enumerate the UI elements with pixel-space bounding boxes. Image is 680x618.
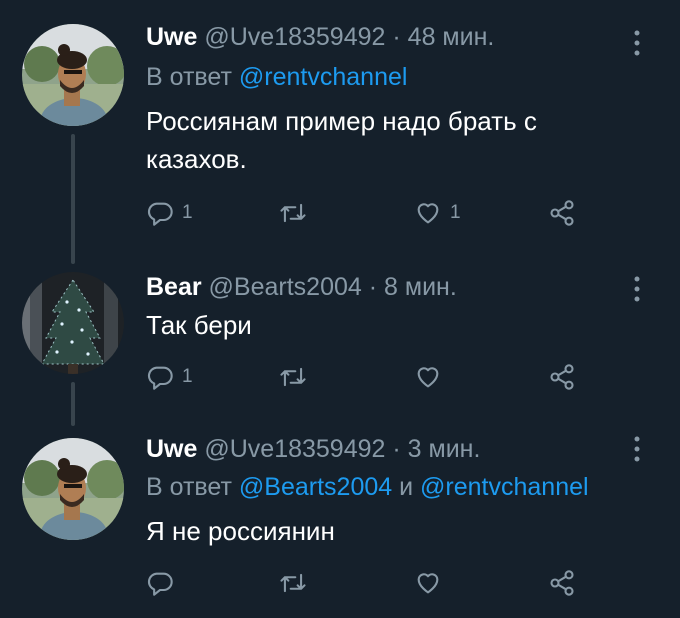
- more-icon[interactable]: [631, 28, 643, 58]
- share-button[interactable]: [548, 196, 576, 230]
- share-button[interactable]: [548, 566, 576, 600]
- retweet-icon: [280, 367, 306, 387]
- author-handle[interactable]: @Bearts2004: [209, 273, 362, 301]
- tweet-text: Так бери: [146, 310, 252, 340]
- share-icon: [550, 200, 574, 226]
- action-bar: 1: [146, 360, 586, 394]
- retweet-button[interactable]: [278, 196, 316, 230]
- author-name[interactable]: Uwe: [146, 23, 197, 51]
- author-name[interactable]: Bear: [146, 273, 202, 301]
- reply-button[interactable]: 1: [146, 360, 193, 394]
- tweet-header: Uwe @Uve18359492 · 48 мин.: [146, 22, 494, 52]
- reply-icon: [147, 366, 173, 390]
- tweet-text: Россиянам пример надо брать с казахов.: [146, 106, 537, 174]
- timestamp[interactable]: 3 мин.: [408, 435, 481, 463]
- share-button[interactable]: [548, 360, 576, 394]
- tweet[interactable]: Uwe @Uve18359492 · 48 мин. В ответ @rent…: [0, 0, 680, 250]
- reply-button[interactable]: 1: [146, 196, 193, 230]
- like-button[interactable]: 1: [414, 196, 461, 230]
- mention-link[interactable]: @rentvchannel: [420, 473, 589, 501]
- avatar[interactable]: [22, 24, 124, 126]
- avatar[interactable]: [22, 272, 124, 374]
- share-icon: [550, 364, 574, 390]
- action-bar: [146, 566, 586, 600]
- share-icon: [550, 570, 574, 596]
- reply-context: В ответ @Bearts2004 и @rentvchannel: [146, 472, 589, 502]
- retweet-icon: [280, 573, 306, 593]
- tweet-header: Uwe @Uve18359492 · 3 мин.: [146, 434, 480, 464]
- reply-conjunction: и: [399, 473, 414, 501]
- author-handle[interactable]: @Uve18359492: [204, 435, 385, 463]
- reply-prefix: В ответ: [146, 473, 232, 501]
- separator-dot: ·: [368, 273, 378, 301]
- tweet-header: Bear @Bearts2004 · 8 мин.: [146, 272, 457, 302]
- reply-count: 1: [182, 202, 193, 223]
- avatar[interactable]: [22, 438, 124, 540]
- timestamp[interactable]: 8 мин.: [384, 273, 457, 301]
- tweet-text: Я не россиянин: [146, 516, 335, 546]
- reply-context: В ответ @rentvchannel: [146, 62, 407, 92]
- separator-dot: ·: [392, 23, 401, 51]
- retweet-icon: [280, 203, 306, 223]
- more-icon[interactable]: [631, 274, 643, 304]
- like-icon: [417, 573, 439, 594]
- timestamp[interactable]: 48 мин.: [408, 23, 495, 51]
- more-icon[interactable]: [631, 434, 643, 464]
- tweet[interactable]: Uwe @Uve18359492 · 3 мин. В ответ @Beart…: [0, 420, 680, 618]
- action-bar: 1 1: [146, 196, 586, 230]
- like-count: 1: [450, 202, 461, 223]
- reply-icon: [147, 202, 173, 226]
- retweet-button[interactable]: [278, 360, 316, 394]
- mention-link[interactable]: @Bearts2004: [239, 473, 392, 501]
- like-icon: [417, 367, 439, 388]
- like-button[interactable]: [414, 566, 450, 600]
- separator-dot: ·: [392, 435, 401, 463]
- reply-icon: [147, 572, 173, 596]
- like-icon: [417, 203, 439, 224]
- author-handle[interactable]: @Uve18359492: [204, 23, 385, 51]
- reply-count: 1: [182, 366, 193, 387]
- like-button[interactable]: [414, 360, 450, 394]
- retweet-button[interactable]: [278, 566, 316, 600]
- reply-button[interactable]: [146, 566, 182, 600]
- reply-prefix: В ответ: [146, 63, 232, 91]
- tweet[interactable]: Bear @Bearts2004 · 8 мин. Так бери 1: [0, 250, 680, 420]
- author-name[interactable]: Uwe: [146, 435, 197, 463]
- mention-link[interactable]: @rentvchannel: [239, 63, 408, 91]
